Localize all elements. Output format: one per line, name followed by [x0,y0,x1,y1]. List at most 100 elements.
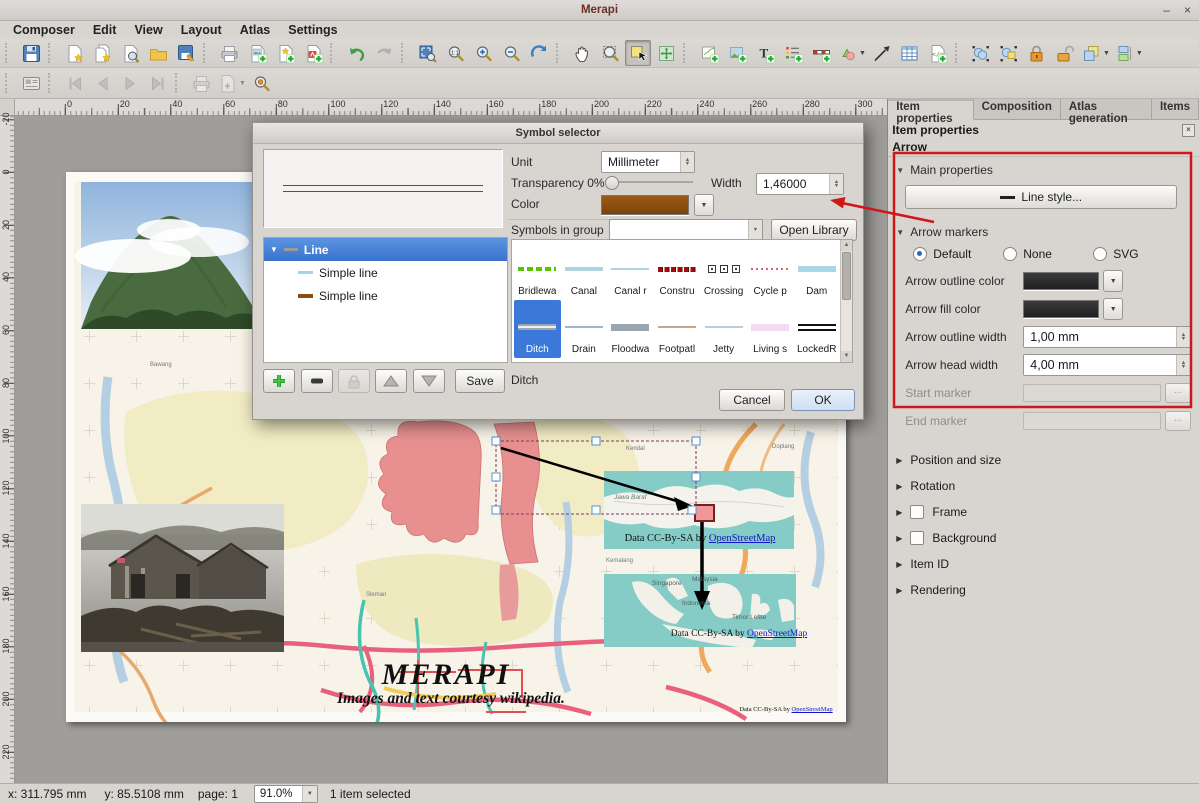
new-composition-icon[interactable] [61,40,87,66]
add-shape-icon[interactable]: ▼ [836,40,867,66]
zoom-full-icon[interactable] [414,40,440,66]
section-rendering[interactable]: ▶Rendering [888,579,1199,601]
color-dropdown-icon[interactable]: ▼ [1103,270,1123,292]
color-well[interactable] [1023,272,1099,290]
atlas-settings-icon[interactable] [249,70,275,96]
symbol-living-s[interactable]: Living s [747,300,794,358]
spinner-arrows-icon[interactable]: ▲▼ [1176,327,1190,347]
ok-button[interactable]: OK [791,389,855,411]
menu-settings[interactable]: Settings [279,23,346,37]
collapse-arrow-icon[interactable]: ▼ [270,245,278,254]
move-down-button[interactable] [413,369,445,393]
atlas-prev-icon[interactable] [89,70,115,96]
zoom-out-icon[interactable] [498,40,524,66]
symbol-canal-r[interactable]: Canal r [607,242,654,300]
color-dropdown-icon[interactable]: ▼ [1103,298,1123,320]
section-position-and-size[interactable]: ▶Position and size [888,449,1199,471]
add-symbol-button[interactable] [263,369,295,393]
scroll-down-icon[interactable]: ▼ [841,351,852,362]
chevron-down-icon[interactable]: ▼ [748,220,762,240]
group-items-icon[interactable] [968,40,994,66]
lock-items-icon[interactable] [1024,40,1050,66]
section-background[interactable]: ▶Background [888,527,1199,549]
export-pdf-icon[interactable] [300,40,326,66]
color-well[interactable] [1023,300,1099,318]
symbol-constru[interactable]: Constru [654,242,701,300]
symbol-footpatl[interactable]: Footpatl [654,300,701,358]
spin-field[interactable]: 1,00 mm▲▼ [1023,326,1191,348]
move-item-content-icon[interactable] [653,40,679,66]
color-swatch[interactable] [601,195,689,215]
remove-symbol-button[interactable] [301,369,333,393]
checkbox-icon[interactable] [910,505,924,519]
tab-items[interactable]: Items [1152,99,1199,119]
add-image-icon[interactable] [724,40,750,66]
atlas-next-icon[interactable] [117,70,143,96]
export-svg-icon[interactable] [272,40,298,66]
panel-close-icon[interactable]: × [1182,124,1195,137]
cancel-button[interactable]: Cancel [719,389,785,411]
symbol-floodwa[interactable]: Floodwa [607,300,654,358]
scroll-up-icon[interactable]: ▲ [841,240,852,251]
ungroup-items-icon[interactable] [996,40,1022,66]
zoom-level-combo[interactable]: 91.0% ▼ [254,785,318,803]
unlock-items-icon[interactable] [1052,40,1078,66]
atlas-preview-icon[interactable] [18,70,44,96]
section-arrow-markers[interactable]: ▼ Arrow markers [888,219,1199,243]
tab-item-properties[interactable]: Item properties [888,99,973,120]
spinner-arrows-icon[interactable]: ▲▼ [680,152,694,172]
symbol-canal[interactable]: Canal [561,242,608,300]
add-legend-icon[interactable] [780,40,806,66]
section-rotation[interactable]: ▶Rotation [888,475,1199,497]
align-items-icon[interactable]: ▼ [1113,40,1144,66]
zoom-region-icon[interactable] [597,40,623,66]
menu-composer[interactable]: Composer [4,23,84,37]
save-as-icon[interactable] [173,40,199,66]
tree-item-line[interactable]: ▼Line [264,238,507,261]
atlas-export-icon[interactable]: ▼ [216,70,247,96]
slider-knob[interactable] [605,176,619,190]
save-icon[interactable] [18,40,44,66]
open-composition-icon[interactable] [145,40,171,66]
tab-composition[interactable]: Composition [974,99,1061,119]
raise-items-icon[interactable]: ▼ [1080,40,1111,66]
symbol-ditch[interactable]: Ditch [514,300,561,358]
scrollbar[interactable]: ▲ ▼ [840,240,852,362]
close-button[interactable]: × [1184,0,1191,20]
save-symbol-button[interactable]: Save [455,369,505,393]
export-image-icon[interactable] [244,40,270,66]
symbol-dam[interactable]: Dam [793,242,840,300]
section-item-id[interactable]: ▶Item ID [888,553,1199,575]
select-move-item-icon[interactable] [625,40,651,66]
pan-icon[interactable] [569,40,595,66]
spinner-arrows-icon[interactable]: ▲▼ [1176,355,1190,375]
refresh-view-icon[interactable] [526,40,552,66]
add-html-icon[interactable]: </> [925,40,951,66]
color-dropdown-icon[interactable]: ▼ [694,194,714,216]
tree-item-simple-line[interactable]: Simple line [264,261,507,284]
print-icon[interactable] [216,40,242,66]
symbol-lockedr[interactable]: LockedR [793,300,840,358]
section-main-properties[interactable]: ▼ Main properties [888,157,1199,181]
symbol-jetty[interactable]: Jetty [700,300,747,358]
checkbox-icon[interactable] [910,531,924,545]
symbol-crossing[interactable]: Crossing [700,242,747,300]
add-attribute-table-icon[interactable] [897,40,923,66]
scroll-thumb[interactable] [842,252,851,300]
width-spinbox[interactable]: 1,46000 ▲▼ [756,173,844,195]
radio-svg[interactable]: SVG [1093,247,1183,261]
atlas-print-icon[interactable] [188,70,214,96]
add-label-icon[interactable]: T [752,40,778,66]
redo-icon[interactable] [371,40,397,66]
unit-combo[interactable]: Millimeter ▲▼ [601,151,695,173]
menu-view[interactable]: View [125,23,171,37]
duplicate-composition-icon[interactable] [89,40,115,66]
lock-button[interactable] [338,369,370,393]
spin-field[interactable]: 4,00 mm▲▼ [1023,354,1191,376]
add-map-icon[interactable] [696,40,722,66]
browse-button[interactable]: ... [1165,411,1191,431]
menu-atlas[interactable]: Atlas [231,23,280,37]
radio-none[interactable]: None [1003,247,1093,261]
undo-icon[interactable] [343,40,369,66]
menu-edit[interactable]: Edit [84,23,126,37]
